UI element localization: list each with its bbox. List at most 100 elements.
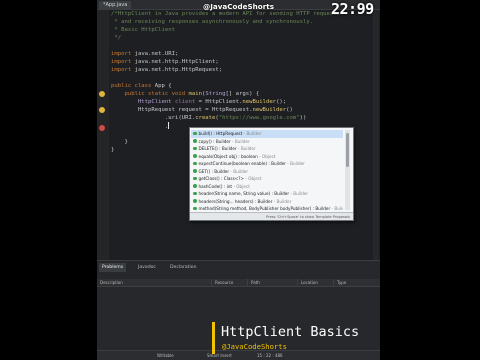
method-icon <box>193 199 197 203</box>
code-line[interactable]: */ <box>111 34 121 42</box>
code-token: { <box>168 83 172 89</box>
editor-scrollbar[interactable] <box>373 10 379 260</box>
autocomplete-item[interactable]: headers(String... headers) : Builder - B… <box>191 198 343 206</box>
autocomplete-item[interactable]: hashCode() : int - Object <box>191 183 343 191</box>
code-token: .uri(URI. <box>111 115 196 121</box>
autocomplete-item[interactable]: getClass() : Class<?> - Object <box>191 175 343 183</box>
autocomplete-item[interactable]: GET() : Builder - Builder <box>191 168 343 176</box>
method-source: Object <box>261 153 276 159</box>
warning-icon[interactable] <box>99 91 105 97</box>
method-icon <box>193 184 197 188</box>
code-line[interactable]: public class App { <box>111 82 172 90</box>
code-token: java.net.http.HttpRequest; <box>134 67 223 73</box>
channel-handle: @JavaCodeShorts <box>222 342 287 351</box>
code-token: "https://www.google.com" <box>218 115 300 121</box>
code-token: . <box>111 124 169 130</box>
code-token: HttpClient <box>111 99 175 105</box>
problems-table-header: Description Resource Path Location Type <box>97 279 380 287</box>
method-source: Builder <box>233 168 249 174</box>
method-icon <box>193 191 197 195</box>
code-token: java.net.URI; <box>134 51 179 57</box>
method-source: Builder <box>234 138 250 144</box>
code-line[interactable]: import java.net.http.HttpRequest; <box>111 66 222 74</box>
method-signature: headers(String... headers) : Builder <box>198 198 273 204</box>
code-line[interactable]: . <box>111 122 170 130</box>
method-source: Object <box>248 176 262 181</box>
column-resource[interactable]: Resource <box>211 279 247 286</box>
autocomplete-item[interactable]: copy() : Builder - Builder <box>191 138 343 146</box>
method-source: Builder <box>276 198 292 204</box>
code-token: newBuilder <box>252 107 287 113</box>
popup-scroll-thumb[interactable] <box>346 133 349 167</box>
code-token: HttpRequest request = HttpRequest. <box>111 107 253 113</box>
code-line[interactable]: import java.net.http.HttpClient; <box>111 58 219 66</box>
method-source: Builder <box>240 146 256 151</box>
code-token: = HttpClient. <box>195 99 243 105</box>
method-icon <box>193 176 197 180</box>
method-source: Builder <box>290 161 305 166</box>
code-line[interactable]: * and receiving responses asynchronously… <box>111 18 313 26</box>
clock-display: 22:99 <box>331 0 374 18</box>
method-icon <box>193 206 197 210</box>
code-token: App <box>154 83 169 89</box>
method-icon <box>193 154 197 158</box>
code-token: client <box>175 99 196 105</box>
method-signature: expectContinue(boolean enable) : Builder <box>198 161 286 166</box>
tab-javadoc[interactable]: Javadoc <box>135 263 159 272</box>
code-token: () <box>286 107 293 113</box>
autocomplete-item[interactable]: build() : HttpRequest - Builder <box>191 130 343 138</box>
autocomplete-item[interactable]: equals(Object obj) : boolean - Object <box>191 153 343 161</box>
autocomplete-item[interactable]: expectContinue(boolean enable) : Builder… <box>191 160 343 168</box>
title-overlay: HttpClient Basics @JavaCodeShorts <box>212 322 378 356</box>
code-token: (); <box>276 99 287 105</box>
code-token: import <box>111 59 135 65</box>
code-line[interactable]: .uri(URI.create("https://www.google.com"… <box>111 114 307 122</box>
tab-declaration[interactable]: Declaration <box>167 263 199 272</box>
column-path[interactable]: Path <box>247 279 299 286</box>
code-line[interactable]: HttpClient client = HttpClient.newBuilde… <box>111 98 286 106</box>
ide-window: *App.java /*HttpClient in Java provides … <box>97 0 380 360</box>
code-token: import <box>111 67 135 73</box>
method-signature: getClass() : Class<?> <box>198 176 245 181</box>
column-description[interactable]: Description <box>97 279 210 286</box>
column-location[interactable]: Location <box>297 279 335 286</box>
code-token: [] args) { <box>225 91 260 97</box>
method-signature: method(String method, BodyPublisher body… <box>198 206 331 211</box>
tab-problems[interactable]: Problems <box>99 263 127 272</box>
method-signature: header(String name, String value) : Buil… <box>198 191 290 196</box>
method-signature: GET() : Builder <box>198 168 230 174</box>
code-token: newBuilder <box>242 99 277 105</box>
code-token: } <box>111 139 128 145</box>
method-source: Builder <box>334 206 343 211</box>
code-token: )) <box>299 115 307 121</box>
code-line[interactable]: public static void main(String[] args) { <box>111 90 259 98</box>
method-signature: build() : HttpRequest <box>198 131 243 136</box>
code-token: * Basic HttpClient <box>111 27 175 33</box>
method-source: Object <box>236 183 250 189</box>
code-token: * and receiving responses asynchronously… <box>111 19 314 25</box>
warning-icon[interactable] <box>99 107 105 113</box>
code-token: public static void <box>111 91 189 97</box>
error-icon[interactable] <box>99 125 105 131</box>
code-token: public class <box>111 83 155 89</box>
autocomplete-item[interactable]: method(String method, BodyPublisher body… <box>191 205 343 213</box>
code-token: main <box>188 91 202 97</box>
editor-gutter <box>97 10 109 260</box>
popup-footer-hint: Press 'Ctrl+Space' to show Template Prop… <box>190 212 353 220</box>
code-token: import <box>111 51 135 57</box>
method-icon <box>193 131 197 135</box>
code-token: */ <box>111 35 122 41</box>
method-icon <box>193 139 197 143</box>
code-token: create <box>195 115 216 121</box>
accent-bar <box>212 322 215 354</box>
code-line[interactable]: * Basic HttpClient <box>111 26 175 34</box>
code-line[interactable]: } <box>111 146 114 154</box>
status-mode: Writable <box>157 353 174 358</box>
method-signature: copy() : Builder <box>198 138 231 144</box>
autocomplete-item[interactable]: header(String name, String value) : Buil… <box>191 190 343 198</box>
autocomplete-item[interactable]: DELETE() : Builder - Builder <box>191 145 343 153</box>
code-line[interactable]: } <box>111 138 128 146</box>
code-line[interactable]: HttpRequest request = HttpRequest.newBui… <box>111 106 293 114</box>
code-line[interactable]: import java.net.URI; <box>111 50 178 58</box>
column-type[interactable]: Type <box>333 279 377 286</box>
